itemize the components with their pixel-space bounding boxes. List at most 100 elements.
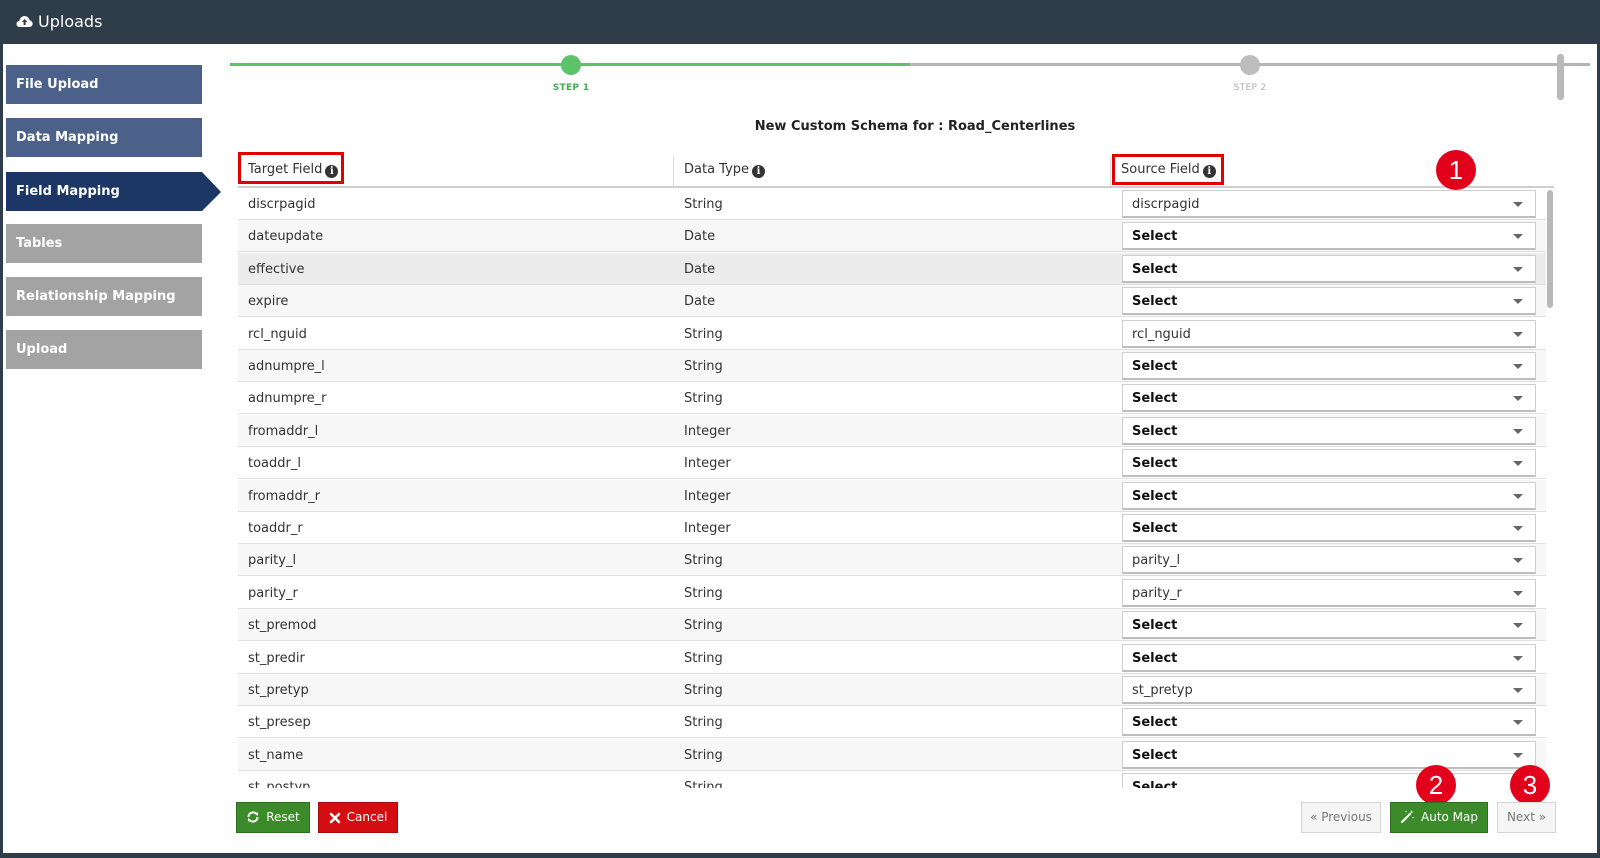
caret-down-icon <box>1513 234 1523 240</box>
source-field-select[interactable]: Select <box>1122 449 1536 478</box>
source-field-select[interactable]: Select <box>1122 416 1536 445</box>
previous-button[interactable]: « Previous <box>1301 802 1381 833</box>
highlight-target-field <box>238 152 344 184</box>
table-row[interactable]: toaddr_l Integer Select <box>238 447 1546 480</box>
cancel-button[interactable]: Cancel <box>318 802 398 833</box>
target-field-cell: parity_r <box>248 585 298 601</box>
source-field-value: Select <box>1132 715 1178 731</box>
data-type-cell: Date <box>684 261 716 277</box>
table-row[interactable]: st_predir String Select <box>238 642 1546 674</box>
source-field-select[interactable]: Select <box>1122 740 1536 769</box>
step-2-dot[interactable] <box>1240 55 1260 75</box>
step-1-dot[interactable] <box>561 55 581 75</box>
source-field-select[interactable]: discrpagid <box>1122 190 1536 218</box>
source-field-select[interactable]: parity_r <box>1122 578 1536 607</box>
source-field-select[interactable]: Select <box>1122 222 1536 251</box>
table-row[interactable]: st_postyp String Select <box>238 771 1546 788</box>
table-row[interactable]: st_name String Select <box>238 738 1546 771</box>
auto-map-label: Auto Map <box>1421 810 1478 824</box>
caret-down-icon <box>1513 266 1523 272</box>
source-field-select[interactable]: Select <box>1122 481 1536 510</box>
source-field-select[interactable]: Select <box>1122 708 1536 737</box>
data-type-cell: String <box>684 715 723 731</box>
sidebar-item-field-mapping[interactable]: Field Mapping <box>6 172 202 211</box>
source-field-value: discrpagid <box>1132 197 1200 212</box>
sidebar-item-file-upload[interactable]: File Upload <box>6 65 202 104</box>
sidebar-item-tables[interactable]: Tables <box>6 224 202 263</box>
table-row[interactable]: st_pretyp String st_pretyp <box>238 674 1546 706</box>
caret-down-icon <box>1513 720 1523 726</box>
table-row[interactable]: discrpagid String discrpagid <box>238 188 1546 220</box>
source-field-value: Select <box>1132 650 1178 666</box>
target-field-cell: fromaddr_r <box>248 488 320 504</box>
caret-down-icon <box>1513 655 1523 661</box>
source-field-value: Select <box>1132 618 1178 634</box>
data-type-cell: Date <box>684 294 716 310</box>
source-field-value: st_pretyp <box>1132 683 1193 698</box>
magic-wand-icon <box>1400 810 1415 824</box>
target-field-cell: toaddr_l <box>248 456 301 472</box>
table-row[interactable]: rcl_nguid String rcl_nguid <box>238 318 1546 350</box>
source-field-select[interactable]: Select <box>1122 287 1536 316</box>
sidebar-item-data-mapping[interactable]: Data Mapping <box>6 118 202 157</box>
source-field-select[interactable]: Select <box>1122 254 1536 283</box>
annotation-badge-2: 2 <box>1416 765 1456 805</box>
source-field-value: Select <box>1132 488 1178 504</box>
caret-down-icon <box>1513 428 1523 434</box>
close-icon <box>329 812 340 824</box>
source-field-select[interactable]: Select <box>1122 611 1536 640</box>
reset-button[interactable]: Reset <box>236 802 310 833</box>
table-row[interactable]: fromaddr_l Integer Select <box>238 414 1546 447</box>
auto-map-button[interactable]: Auto Map <box>1390 802 1488 833</box>
source-field-value: Select <box>1132 456 1178 472</box>
data-type-cell: String <box>684 359 723 374</box>
target-field-cell: dateupdate <box>248 229 324 245</box>
caret-down-icon <box>1513 688 1523 693</box>
source-field-select[interactable]: rcl_nguid <box>1122 319 1536 348</box>
table-row[interactable]: fromaddr_r Integer Select <box>238 479 1546 512</box>
table-scrollbar-thumb[interactable] <box>1547 190 1553 308</box>
data-type-cell: String <box>684 780 723 788</box>
table-row[interactable]: toaddr_r Integer Select <box>238 512 1546 544</box>
caret-down-icon <box>1513 396 1523 402</box>
info-icon[interactable]: i <box>752 165 766 178</box>
annotation-badge-3: 3 <box>1510 765 1550 805</box>
column-separator <box>673 156 674 186</box>
next-button[interactable]: Next » <box>1497 802 1556 833</box>
target-field-cell: adnumpre_l <box>248 359 325 374</box>
table-row[interactable]: expire Date Select <box>238 285 1546 318</box>
source-field-select[interactable]: Select <box>1122 514 1536 542</box>
refresh-icon <box>247 811 259 823</box>
table-row[interactable]: parity_r String parity_r <box>238 577 1546 609</box>
source-field-select[interactable]: Select <box>1122 773 1536 788</box>
target-field-cell: expire <box>248 294 289 310</box>
table-row[interactable]: adnumpre_l String Select <box>238 350 1546 382</box>
source-field-value: Select <box>1132 391 1178 407</box>
sidebar-item-upload[interactable]: Upload <box>6 330 202 369</box>
table-row[interactable]: effective Date Select <box>238 252 1546 285</box>
table-row[interactable]: adnumpre_r String Select <box>238 382 1546 415</box>
table-row[interactable]: parity_l String parity_l <box>238 544 1546 577</box>
highlight-source-field <box>1112 154 1224 185</box>
source-field-select[interactable]: Select <box>1122 643 1536 672</box>
sidebar-item-relationship-mapping[interactable]: Relationship Mapping <box>6 277 202 316</box>
target-field-cell: st_postyp <box>248 780 311 788</box>
data-type-cell: String <box>684 650 723 666</box>
header-data-type: Data Type i <box>684 162 766 178</box>
mapping-table[interactable]: discrpagid String discrpagid dateupdate Date… <box>238 188 1546 788</box>
table-row[interactable]: dateupdate Date Select <box>238 220 1546 253</box>
data-type-cell: String <box>684 553 723 569</box>
table-row[interactable]: st_premod String Select <box>238 609 1546 642</box>
target-field-cell: toaddr_r <box>248 521 303 536</box>
data-type-cell: Integer <box>684 423 731 439</box>
source-field-select[interactable]: Select <box>1122 384 1536 413</box>
sidebar-item-label: File Upload <box>16 77 99 92</box>
source-field-select[interactable]: parity_l <box>1122 546 1536 575</box>
annotation-badge-1: 1 <box>1436 150 1476 190</box>
target-field-cell: st_predir <box>248 650 305 666</box>
source-field-select[interactable]: st_pretyp <box>1122 676 1536 704</box>
next-label: Next » <box>1506 810 1547 824</box>
table-row[interactable]: st_presep String Select <box>238 706 1546 739</box>
source-field-select[interactable]: Select <box>1122 352 1536 380</box>
page-scrollbar-thumb[interactable] <box>1557 54 1564 100</box>
